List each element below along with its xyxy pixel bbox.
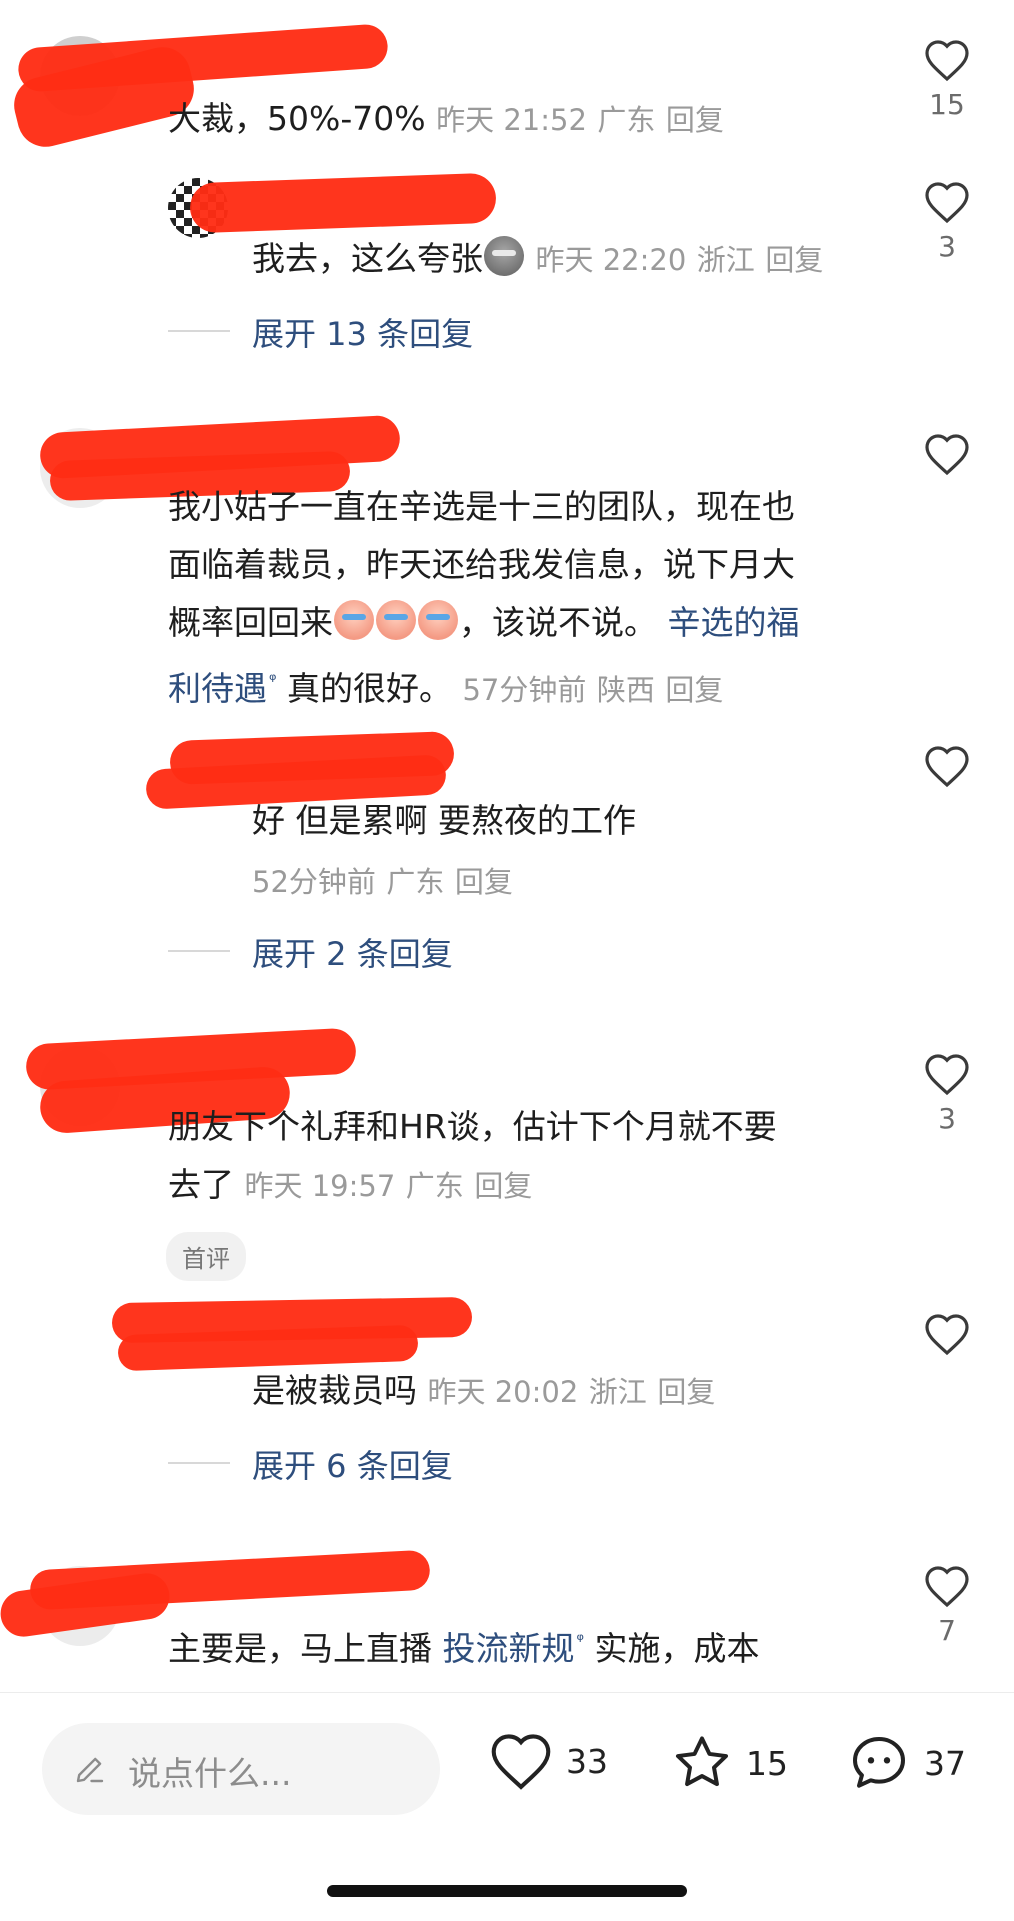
like-button[interactable]: 3 [917, 1052, 977, 1135]
like-count: 3 [938, 1102, 956, 1135]
like-count: 33 [566, 1741, 608, 1781]
heart-icon [925, 434, 969, 476]
like-post-button[interactable]: 33 [488, 1731, 608, 1791]
comment-location: 广东 [597, 103, 656, 137]
reply-button[interactable]: 回复 [455, 865, 513, 899]
heart-icon [491, 1734, 551, 1790]
crying-emoji-icon [376, 600, 416, 640]
search-icon: ᵠ [269, 670, 277, 691]
like-button[interactable]: 15 [917, 38, 977, 121]
heart-icon [925, 1054, 969, 1096]
comment-time: 昨天 19:57 [244, 1169, 396, 1203]
like-button[interactable] [917, 744, 977, 794]
comment-time: 52分钟前 [252, 865, 376, 899]
comment-text: 是被裁员吗 昨天 20:02 浙江 回复 [252, 1371, 716, 1410]
search-link[interactable]: 辛选的福 [668, 603, 800, 642]
comment-text: 我小姑子一直在辛选是十三的团队，现在也 面临着裁员，昨天还给我发信息，说下月大 … [168, 487, 800, 708]
heart-icon [925, 1314, 969, 1356]
comment-bubble-icon [853, 1737, 905, 1788]
crying-emoji-icon [418, 600, 458, 640]
reply-button[interactable]: 回复 [666, 103, 724, 137]
search-icon: ᵠ [576, 1630, 584, 1651]
like-button[interactable] [917, 432, 977, 482]
expand-replies-button[interactable]: 展开 2 条回复 [252, 929, 453, 975]
reply-button[interactable]: 回复 [474, 1169, 532, 1203]
bottom-action-bar: 说点什么... 33 15 37 [0, 1692, 1014, 1921]
comment-location: 广东 [405, 1169, 464, 1203]
home-indicator [327, 1885, 687, 1897]
crying-emoji-icon [334, 600, 374, 640]
comment-time: 昨天 20:02 [427, 1375, 579, 1409]
favorite-button[interactable]: 15 [670, 1731, 788, 1795]
comment-location: 浙江 [588, 1375, 647, 1409]
comment-location: 广东 [386, 865, 445, 899]
comment-text: 主要是，马上直播 投流新规 ᵠ 实施，成本 [168, 1629, 760, 1668]
expand-replies-button[interactable]: 展开 6 条回复 [252, 1441, 453, 1487]
heart-icon [925, 1566, 969, 1608]
comment-time: 昨天 21:52 [436, 103, 587, 137]
like-button[interactable]: 3 [917, 180, 977, 263]
heart-icon [925, 746, 969, 788]
like-button[interactable] [917, 1312, 977, 1362]
search-link[interactable]: 投流新规 [443, 1629, 575, 1668]
comment-count: 37 [924, 1743, 966, 1783]
reply-button[interactable]: 回复 [657, 1375, 715, 1409]
like-count: 7 [938, 1614, 956, 1647]
reply-button[interactable]: 回复 [765, 243, 823, 277]
star-icon [676, 1736, 728, 1787]
first-comment-badge: 首评 [166, 1232, 246, 1281]
divider [168, 950, 230, 952]
comment-list[interactable]: 大裁，50%-70% 昨天 21:52 广东 回复 15 我去，这么夸张 昨天 … [0, 0, 1014, 1692]
emoji-icon [484, 236, 524, 276]
search-link[interactable]: 利待遇 [168, 669, 267, 708]
comment-time: 57分钟前 [462, 673, 587, 707]
comment-text: 大裁，50%-70% 昨天 21:52 广东 回复 [168, 99, 724, 138]
comment-input[interactable]: 说点什么... [42, 1723, 440, 1815]
divider [168, 330, 230, 332]
pencil-icon [76, 1757, 104, 1783]
redaction-mark [189, 172, 497, 234]
comment-location: 陕西 [596, 673, 655, 707]
heart-icon [925, 182, 969, 224]
comment-button[interactable]: 37 [846, 1731, 966, 1795]
reply-button[interactable]: 回复 [665, 673, 723, 707]
heart-icon [925, 40, 969, 82]
comment-input-placeholder: 说点什么... [128, 1754, 292, 1793]
expand-replies-button[interactable]: 展开 13 条回复 [252, 309, 473, 355]
comment-text: 好 但是累啊 要熬夜的工作 [252, 801, 636, 840]
comment-text: 我去，这么夸张 昨天 22:20 浙江 回复 [252, 230, 823, 289]
favorite-count: 15 [746, 1743, 788, 1783]
divider [168, 1462, 230, 1464]
comment-text: 朋友下个礼拜和HR谈，估计下个月就不要 去了 昨天 19:57 广东 回复 [168, 1107, 777, 1204]
like-button[interactable]: 7 [917, 1564, 977, 1647]
comment-meta: 52分钟前 广东 回复 [252, 852, 513, 911]
like-count: 3 [938, 230, 956, 263]
comment-time: 昨天 22:20 [535, 243, 687, 277]
like-count: 15 [929, 88, 965, 121]
comment-location: 浙江 [696, 243, 755, 277]
